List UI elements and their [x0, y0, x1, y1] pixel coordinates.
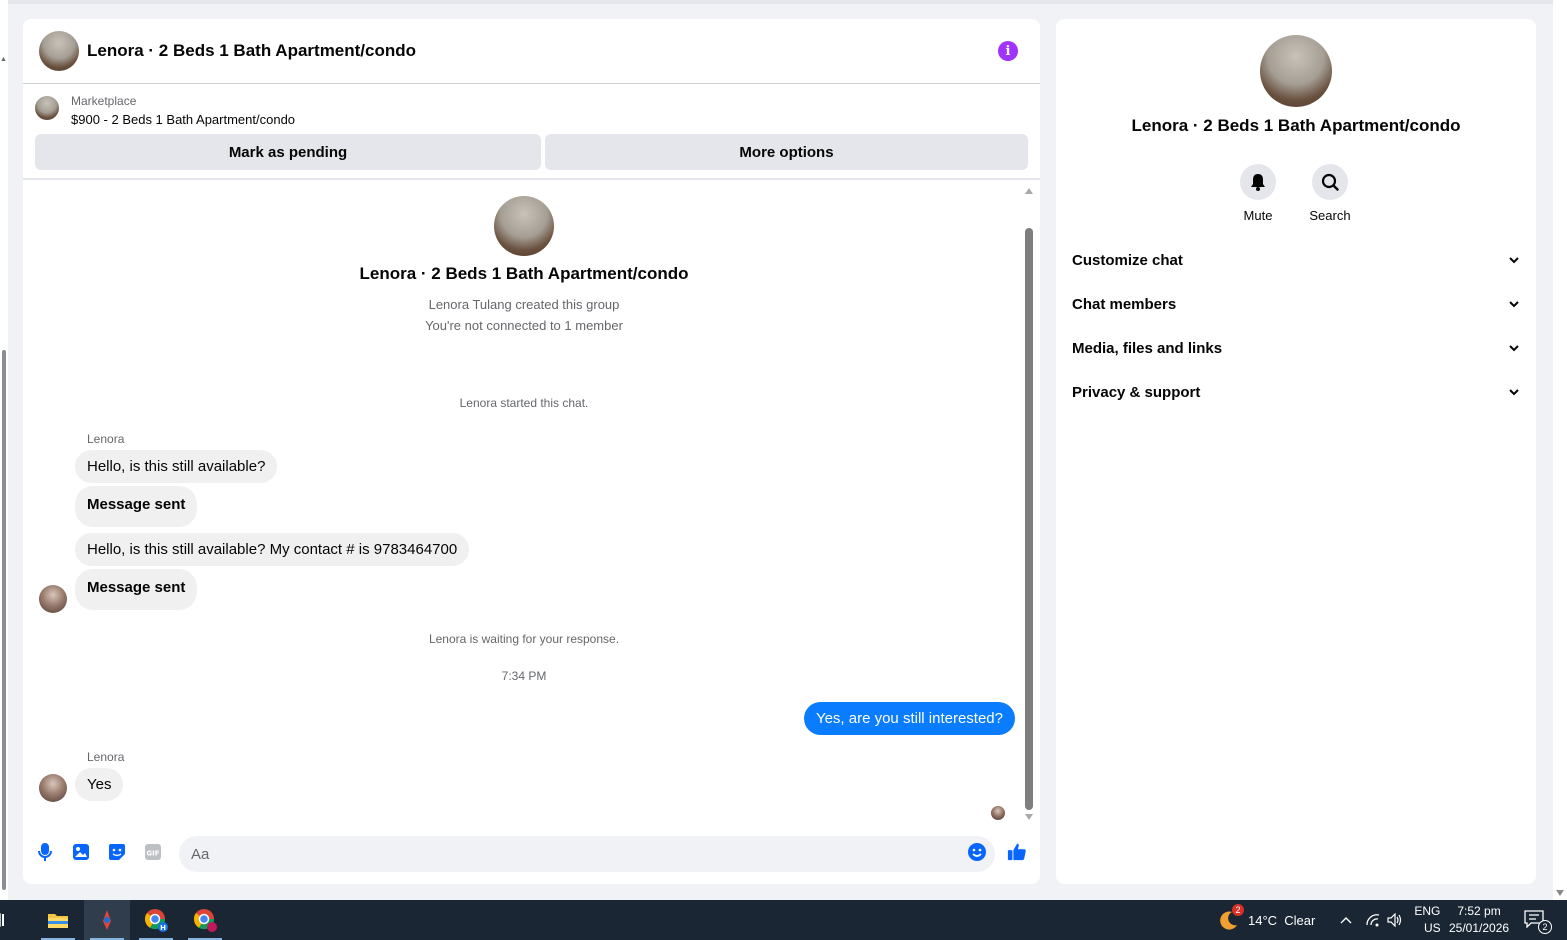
side-title: Lenora · 2 Beds 1 Bath Apartment/condo — [1131, 116, 1461, 135]
language-indicator[interactable]: ENG US — [1414, 900, 1441, 940]
intro-created-text: Lenora Tulang created this group — [428, 297, 620, 312]
chat-intro: Lenora · 2 Beds 1 Bath Apartment/condo L… — [23, 196, 1025, 336]
taskbar: H 2 14°C Clear ENG US 7:52 pm 25/01/2026… — [0, 900, 1567, 940]
sender-name: Lenora — [87, 432, 125, 446]
message-bubble[interactable]: Hello, is this still available? My conta… — [75, 533, 470, 566]
scroll-up-arrow-icon[interactable]: ▲ — [0, 56, 7, 63]
mute-button[interactable]: Mute — [1228, 164, 1288, 223]
chat-title[interactable]: Lenora · 2 Beds 1 Bath Apartment/condo — [87, 41, 416, 61]
message-input-placeholder: Aa — [191, 845, 210, 863]
sender-name: Lenora — [87, 750, 125, 764]
chrome-profile-h-icon[interactable]: H — [133, 900, 179, 940]
lang-region: US — [1424, 921, 1441, 935]
notification-center[interactable]: 2 — [1524, 900, 1552, 940]
clock-time: 7:52 pm — [1457, 904, 1501, 918]
bell-icon — [1251, 174, 1265, 191]
chevron-down-icon — [1509, 389, 1519, 396]
weather-text: 14°C Clear — [1248, 912, 1316, 928]
sticker-icon[interactable] — [107, 842, 127, 862]
sender-avatar[interactable] — [39, 585, 67, 613]
row-label: Privacy & support — [1072, 383, 1201, 401]
more-options-button[interactable]: More options — [545, 134, 1028, 170]
info-icon[interactable]: i — [998, 41, 1018, 61]
outgoing-message-bubble[interactable]: Yes, are you still interested? — [803, 702, 1015, 735]
listing-title[interactable]: $900 - 2 Beds 1 Bath Apartment/condo — [71, 112, 295, 127]
lang-primary: ENG — [1414, 904, 1441, 918]
weather-badge: 2 — [1232, 904, 1244, 916]
scroll-up-icon[interactable] — [1025, 188, 1033, 194]
row-label: Customize chat — [1072, 251, 1183, 269]
chat-header: Lenora · 2 Beds 1 Bath Apartment/condo i — [23, 19, 1040, 84]
listing-thumbnail[interactable] — [35, 96, 59, 120]
chrome-profile-icon[interactable] — [182, 900, 228, 940]
chat-info-panel: Lenora · 2 Beds 1 Bath Apartment/condo M… — [1056, 19, 1536, 884]
chevron-down-icon — [1509, 345, 1519, 352]
file-explorer-icon[interactable] — [35, 900, 81, 940]
chevron-down-icon — [1509, 301, 1519, 308]
marketplace-banner: Marketplace $900 - 2 Beds 1 Bath Apartme… — [23, 84, 1040, 180]
timestamp: 7:34 PM — [501, 669, 547, 683]
intro-avatar — [494, 196, 554, 256]
emoji-icon[interactable] — [967, 842, 987, 862]
chevron-down-icon — [1509, 257, 1519, 264]
clock[interactable]: 7:52 pm 25/01/2026 — [1449, 900, 1509, 940]
network-icon[interactable] — [1365, 900, 1381, 940]
side-avatar[interactable] — [1260, 35, 1332, 107]
privacy-support-row[interactable]: Privacy & support — [1072, 370, 1520, 414]
customize-chat-row[interactable]: Customize chat — [1072, 238, 1520, 282]
chat-avatar[interactable] — [39, 31, 79, 71]
svg-text:H: H — [160, 924, 166, 932]
sender-avatar[interactable] — [39, 774, 67, 802]
weather-widget[interactable]: 2 14°C Clear — [1216, 900, 1315, 940]
left-scroll-thumb[interactable] — [2, 350, 6, 890]
message-bubble[interactable]: Message sent — [75, 569, 198, 610]
photo-icon[interactable] — [71, 842, 91, 862]
message-bubble[interactable]: Hello, is this still available? — [75, 450, 278, 483]
task-view-icon[interactable] — [0, 900, 16, 940]
page-scrollbar[interactable] — [1553, 0, 1567, 900]
system-message: Lenora started this chat. — [459, 396, 589, 410]
snipping-tool-icon[interactable] — [84, 900, 130, 940]
media-files-links-row[interactable]: Media, files and links — [1072, 326, 1520, 370]
page-scroll-down-icon[interactable] — [1556, 890, 1564, 896]
message-input[interactable]: Aa — [179, 836, 995, 872]
notification-icon: 2 — [1524, 910, 1552, 934]
search-label: Search — [1309, 208, 1351, 223]
seen-avatar — [991, 806, 1005, 820]
message-bubble[interactable]: Message sent — [75, 486, 198, 527]
weather-moon-icon: 2 — [1216, 904, 1244, 932]
scroll-down-icon[interactable] — [1025, 814, 1033, 820]
chat-members-row[interactable]: Chat members — [1072, 282, 1520, 326]
svg-text:GIF: GIF — [146, 850, 159, 858]
marketplace-label: Marketplace — [71, 94, 137, 108]
microphone-icon[interactable] — [35, 842, 55, 862]
chevron-up-icon — [1340, 917, 1352, 924]
waiting-message: Lenora is waiting for your response. — [428, 632, 620, 646]
clock-date: 25/01/2026 — [1449, 921, 1510, 935]
composer: GIF Aa — [23, 834, 1040, 874]
gif-icon[interactable]: GIF — [143, 842, 163, 862]
left-scrollbar[interactable]: ▲ — [0, 0, 8, 900]
message-bubble[interactable]: Yes — [75, 768, 124, 801]
row-label: Media, files and links — [1072, 339, 1223, 357]
scroll-thumb[interactable] — [1025, 228, 1033, 810]
message-scrollbar[interactable] — [1025, 188, 1035, 820]
mute-label: Mute — [1243, 208, 1273, 223]
message-list[interactable]: Lenora · 2 Beds 1 Bath Apartment/condo L… — [23, 182, 1040, 822]
search-icon — [1321, 173, 1339, 191]
intro-connected-text: You're not connected to 1 member — [425, 318, 623, 333]
show-hidden-icons[interactable] — [1340, 900, 1352, 940]
notification-count: 2 — [1538, 920, 1552, 934]
volume-icon[interactable] — [1387, 900, 1403, 940]
mark-as-pending-button[interactable]: Mark as pending — [35, 134, 541, 170]
search-button[interactable]: Search — [1300, 164, 1360, 223]
intro-title: Lenora · 2 Beds 1 Bath Apartment/condo — [359, 264, 689, 283]
row-label: Chat members — [1072, 295, 1177, 313]
chat-panel: Lenora · 2 Beds 1 Bath Apartment/condo i… — [23, 19, 1040, 884]
top-edge — [8, 0, 1553, 4]
thumbs-up-icon[interactable] — [1007, 842, 1027, 862]
